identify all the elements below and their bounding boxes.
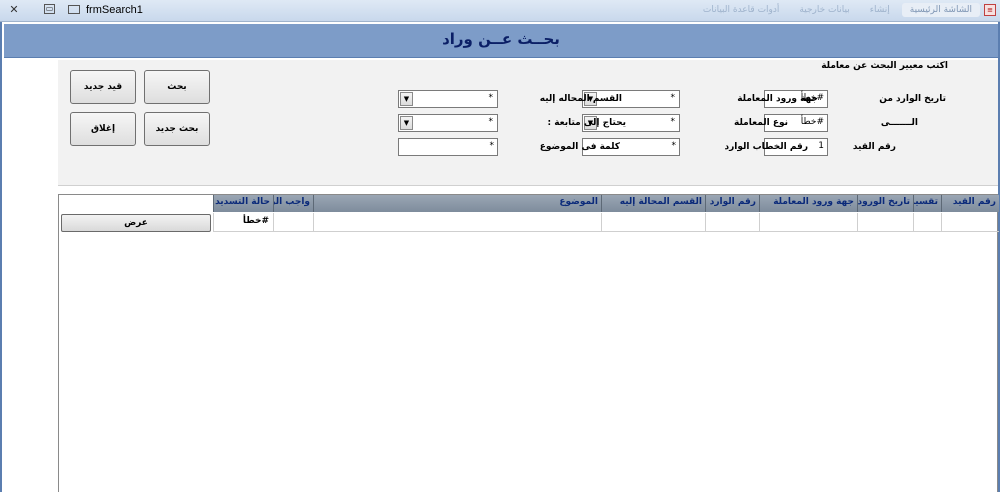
form-header: بحــث عــن وراد xyxy=(4,24,998,58)
col-reg-no[interactable]: رقم القيد xyxy=(941,195,999,212)
col-category[interactable]: تقسيم xyxy=(913,195,941,212)
dept-label: القسم المحاله إليه xyxy=(539,94,622,104)
title-bar: ✕ ▭ frmSearch1 أدوات قاعدة البيانات بيان… xyxy=(0,0,1000,22)
col-payment-status[interactable]: حالة التسديد xyxy=(213,195,273,212)
grid-header: رقم القيد تقسيم تاريخ الورود جهة ورود ال… xyxy=(213,195,999,212)
search-form: بحــث عــن وراد اكتب معيير البحث عن معام… xyxy=(0,22,1000,492)
col-incoming-no[interactable]: رقم الوارد xyxy=(705,195,759,212)
date-to-label: الـــــــى xyxy=(880,118,918,128)
results-grid: رقم القيد تقسيم تاريخ الورود جهة ورود ال… xyxy=(58,194,999,492)
col-source[interactable]: جهة ورود المعاملة xyxy=(759,195,857,212)
new-search-button[interactable]: بحث جديد xyxy=(144,112,210,146)
followup-combo[interactable]: ▼ * xyxy=(398,114,498,132)
restore-icon[interactable]: ▭ xyxy=(44,4,55,14)
cell-reg-no[interactable] xyxy=(941,213,999,232)
chevron-down-icon[interactable]: ▼ xyxy=(400,92,413,106)
cell-incoming-no[interactable] xyxy=(705,213,759,232)
col-subject[interactable]: الموضوع xyxy=(313,195,601,212)
keyword-label: كلمة فى الموضوع xyxy=(539,142,620,152)
ribbon-tab-db-tools[interactable]: أدوات قاعدة البيانات xyxy=(695,3,788,17)
menu-icon[interactable]: ≡ xyxy=(984,4,996,16)
page-title: بحــث عــن وراد xyxy=(442,30,560,48)
search-button[interactable]: بحث xyxy=(144,70,210,104)
keyword-field[interactable]: * xyxy=(398,138,498,156)
close-icon[interactable]: ✕ xyxy=(6,2,22,18)
cell-date[interactable] xyxy=(857,213,913,232)
ribbon-tab-external-data[interactable]: بيانات خارجية xyxy=(791,3,857,17)
ribbon-tabs: أدوات قاعدة البيانات بيانات خارجية إنشاء… xyxy=(695,3,980,17)
new-record-button[interactable]: قيد جديد xyxy=(70,70,136,104)
window-title: frmSearch1 xyxy=(86,4,143,16)
cell-category[interactable] xyxy=(913,213,941,232)
search-criteria-panel: اكتب معيير البحث عن معاملة تاريخ الوارد … xyxy=(58,60,998,186)
col-dept[interactable]: القسم المحالة إليه xyxy=(601,195,705,212)
cell-reply-required[interactable] xyxy=(273,213,313,232)
show-button[interactable]: عرض xyxy=(61,214,211,232)
source-label: جهة ورود المعاملة xyxy=(737,94,818,104)
close-button[interactable]: إغلاق xyxy=(70,112,136,146)
form-icon xyxy=(68,5,80,14)
chevron-down-icon[interactable]: ▼ xyxy=(400,116,413,130)
dept-combo[interactable]: ▼ * xyxy=(398,90,498,108)
col-reply-required[interactable]: واجب الرد xyxy=(273,195,313,212)
cell-payment-status[interactable]: #خطأ xyxy=(213,213,273,232)
criteria-hint: اكتب معيير البحث عن معاملة xyxy=(821,61,948,71)
cell-source[interactable] xyxy=(759,213,857,232)
ribbon-tab-home[interactable]: الشاشة الرئيسية xyxy=(901,3,980,17)
reg-no-label: رقم القيد xyxy=(852,142,896,152)
table-row[interactable]: #خطأ xyxy=(213,213,999,232)
letter-no-label: رقم الخطاب الوارد xyxy=(724,142,808,152)
cell-dept[interactable] xyxy=(601,213,705,232)
followup-label: يحتاج إلى متابعة : xyxy=(547,118,626,128)
type-label: نوع المعاملة xyxy=(734,118,788,128)
ribbon-tab-create[interactable]: إنشاء xyxy=(862,3,898,17)
date-from-label: تاريخ الوارد من xyxy=(879,94,946,104)
col-date[interactable]: تاريخ الورود xyxy=(857,195,913,212)
cell-subject[interactable] xyxy=(313,213,601,232)
